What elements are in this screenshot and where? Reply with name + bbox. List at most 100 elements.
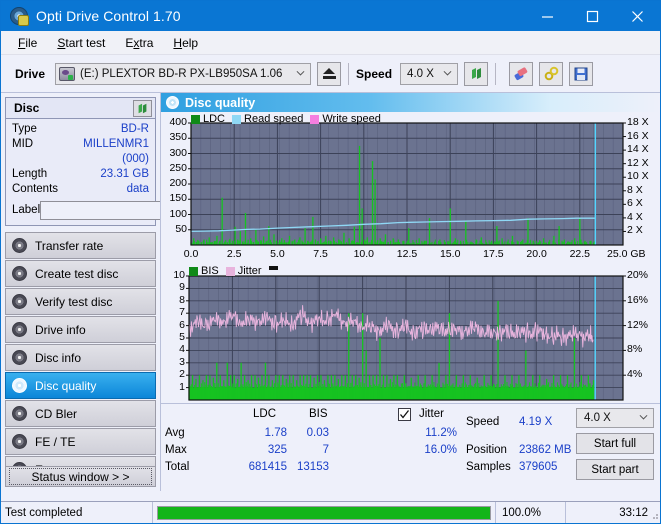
y2-axis-tick-label: 20% [627, 269, 649, 281]
menu-help-rest: elp [182, 35, 199, 50]
minimize-icon[interactable] [525, 1, 570, 31]
status-window-button[interactable]: Status window > > [5, 466, 156, 487]
maximize-icon[interactable] [570, 1, 615, 31]
disc-row-value: BD-R [120, 123, 149, 135]
save-button[interactable] [569, 61, 594, 86]
status-bar: Test completed 100.0% 33:12 [1, 501, 660, 523]
legend-label: Read speed [244, 113, 304, 125]
disc-panel-title: Disc [14, 101, 40, 115]
y-axis-tick-label: 8 [179, 293, 185, 306]
y2-axis-tick-label: 8% [627, 343, 643, 356]
y2-axis-tick-label: 10 X [627, 170, 649, 183]
eject-icon [322, 68, 336, 79]
y-axis-tick-label: 5 [179, 331, 185, 343]
y2-axis-tick-label: 16% [627, 293, 649, 306]
x-axis-tick-label: 20.0 [526, 248, 547, 260]
menu-item-extra[interactable]: Extra [116, 33, 162, 53]
stats-row-max: Max [165, 444, 187, 456]
drive-select-value: (E:) PLEXTOR BD-R PX-LB950SA 1.06 [80, 67, 283, 80]
sidebar: Disc Type BD-R MID MILLENMR1 (000) Lengt… [1, 93, 211, 491]
disc-refresh-button[interactable] [133, 99, 152, 117]
menu-bar: File Start test Extra Help [1, 31, 660, 55]
progress-fill [158, 506, 490, 519]
stats-bis-total: 13153 [297, 461, 329, 473]
disc-row-value: data [126, 183, 149, 195]
erase-button[interactable] [509, 61, 534, 86]
stats-speed-value: 4.19 X [519, 416, 553, 428]
resize-grip-icon[interactable] [649, 510, 659, 520]
disc-info-icon [12, 350, 27, 365]
refresh-icon [471, 68, 481, 79]
disc-row-length: Length 23.31 GB [12, 167, 149, 182]
start-part-button[interactable]: Start part [576, 459, 654, 480]
legend-swatch [268, 265, 278, 270]
tools-button[interactable] [539, 61, 564, 86]
x-axis-tick-label: 7.5 [313, 248, 328, 260]
toolbar-separator-1 [348, 62, 350, 85]
fe-te-icon [12, 434, 27, 449]
sidebar-item-disc-info[interactable]: Disc info [5, 344, 156, 371]
close-icon[interactable] [615, 1, 660, 31]
refresh-button[interactable] [464, 61, 489, 86]
y-axis-tick-label: 300 [169, 146, 187, 159]
y-axis-tick-label: 3 [179, 355, 185, 368]
ldc-chart: LDC Read speed Write speed 50 100 150 200 25… [161, 112, 660, 264]
main-area: Disc Type BD-R MID MILLENMR1 (000) Lengt… [1, 93, 660, 491]
speed-select-value: 4.0 X [407, 67, 434, 80]
y-axis-tick-label: 2 [179, 368, 185, 381]
y2-axis-tick-label: 12% [627, 318, 649, 331]
disc-app-icon [10, 7, 29, 26]
x-axis-tick-label: 25.0 GB [607, 248, 646, 260]
y2-axis-tick-label: 8 X [627, 183, 643, 196]
navigation-list: Transfer rate Create test disc Verify te… [5, 232, 156, 483]
y2-axis-tick-label: 14 X [627, 143, 649, 156]
elapsed-time-label: 33:12 [619, 506, 648, 519]
progress-bar [153, 502, 496, 523]
sidebar-item-create-test-disc[interactable]: Create test disc [5, 260, 156, 287]
legend-item-jitter: Jitter [225, 265, 262, 277]
statistics-panel: LDC BIS Avg Max Total 1.78 325 681415 0.… [161, 403, 660, 491]
sidebar-item-transfer-rate[interactable]: Transfer rate [5, 232, 156, 259]
chevron-down-icon [443, 70, 452, 76]
eraser-icon [514, 66, 528, 80]
application-window: Opti Drive Control 1.70 File Start test … [0, 0, 661, 524]
sidebar-item-fe-te[interactable]: FE / TE [5, 428, 156, 455]
disc-row-key: Type [12, 123, 37, 135]
speed-select-stats[interactable]: 4.0 X [576, 408, 654, 428]
y-axis-tick-label: 400 [169, 116, 187, 128]
y-axis-tick-label: 100 [169, 207, 187, 220]
sidebar-item-drive-info[interactable]: Drive info [5, 316, 156, 343]
menu-item-help[interactable]: Help [164, 33, 207, 53]
disc-panel-header: Disc [6, 98, 155, 119]
window-title: Opti Drive Control 1.70 [36, 8, 181, 24]
sidebar-item-label: FE / TE [35, 434, 76, 449]
page-title: Disc quality [185, 95, 256, 110]
disc-quality-icon [166, 96, 179, 109]
start-full-button[interactable]: Start full [576, 433, 654, 454]
drive-select[interactable]: (E:) PLEXTOR BD-R PX-LB950SA 1.06 [55, 62, 312, 85]
progress-track [157, 505, 491, 520]
start-part-label: Start part [591, 463, 639, 476]
legend-label: Write speed [322, 113, 381, 125]
sidebar-item-cd-bler[interactable]: CD Bler [5, 400, 156, 427]
speed-select[interactable]: 4.0 X [400, 62, 459, 85]
sidebar-item-verify-test-disc[interactable]: Verify test disc [5, 288, 156, 315]
menu-item-file[interactable]: File [9, 33, 46, 53]
disc-row-contents: Contents data [12, 182, 149, 197]
menu-item-start-test[interactable]: Start test [48, 33, 114, 53]
legend-label: LDC [203, 113, 226, 125]
legend-swatch [191, 114, 200, 124]
speed-label: Speed [356, 66, 393, 81]
stats-samples-value: 379605 [519, 461, 558, 473]
title-bar: Opti Drive Control 1.70 [1, 1, 660, 31]
y-axis-tick-label: 200 [169, 177, 187, 189]
stats-col-bis: BIS [309, 408, 328, 420]
y-axis-tick-label: 6 [179, 318, 185, 331]
drive-info-icon [12, 322, 27, 337]
disc-row-value: 23.31 GB [100, 168, 149, 180]
jitter-checkbox[interactable] [398, 408, 411, 421]
sidebar-item-disc-quality[interactable]: Disc quality [5, 372, 156, 399]
sidebar-item-label: Verify test disc [35, 294, 113, 309]
legend-label: BIS [201, 265, 219, 277]
eject-button[interactable] [317, 61, 342, 86]
